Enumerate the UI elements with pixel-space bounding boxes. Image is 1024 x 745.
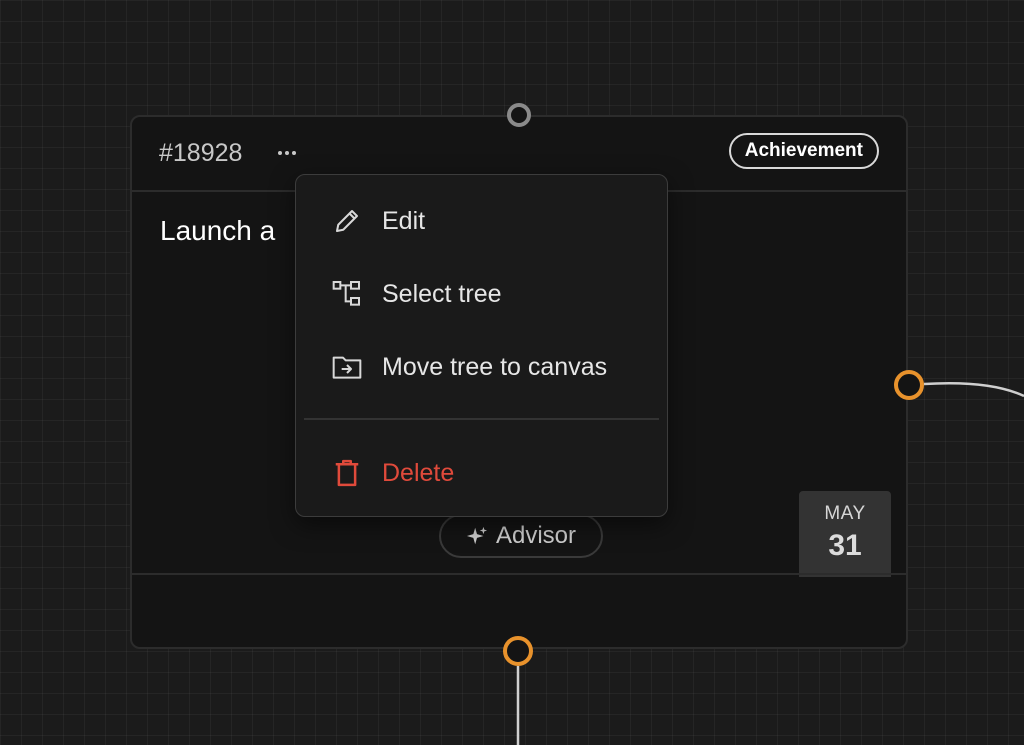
due-date-month: MAY <box>824 503 866 524</box>
more-options-button[interactable] <box>272 139 302 167</box>
menu-item-label: Move tree to canvas <box>382 352 608 381</box>
menu-item-move-tree[interactable]: Move tree to canvas <box>296 338 667 396</box>
sparkle-icon <box>466 526 488 545</box>
menu-item-edit[interactable]: Edit <box>296 192 667 250</box>
menu-item-label: Delete <box>382 458 455 487</box>
category-badge: Achievement <box>728 133 879 169</box>
dot-icon <box>292 151 296 155</box>
edge-right <box>923 381 1024 398</box>
menu-divider <box>304 418 659 420</box>
pencil-icon <box>330 204 364 238</box>
due-date-day: 31 <box>828 529 862 562</box>
trash-icon <box>330 456 364 490</box>
folder-move-icon <box>330 350 364 384</box>
menu-item-label: Edit <box>382 206 426 235</box>
due-date: MAY 31 <box>799 491 891 577</box>
advisor-button[interactable]: Advisor <box>439 514 603 558</box>
menu-item-select-tree[interactable]: Select tree <box>296 265 667 323</box>
connection-handle-top[interactable] <box>507 103 531 127</box>
dot-icon <box>285 151 289 155</box>
card-title-start: Launch a <box>160 215 276 246</box>
dot-icon <box>278 151 282 155</box>
context-menu: Edit Select tree Move tree to canvas Del… <box>295 174 668 517</box>
advisor-label: Advisor <box>495 522 577 549</box>
tree-icon <box>330 277 364 311</box>
connection-handle-bottom[interactable] <box>503 636 533 666</box>
card-id: #18928 <box>159 139 243 167</box>
connection-handle-right[interactable] <box>894 370 924 400</box>
menu-item-delete[interactable]: Delete <box>296 444 667 502</box>
menu-item-label: Select tree <box>382 279 502 308</box>
